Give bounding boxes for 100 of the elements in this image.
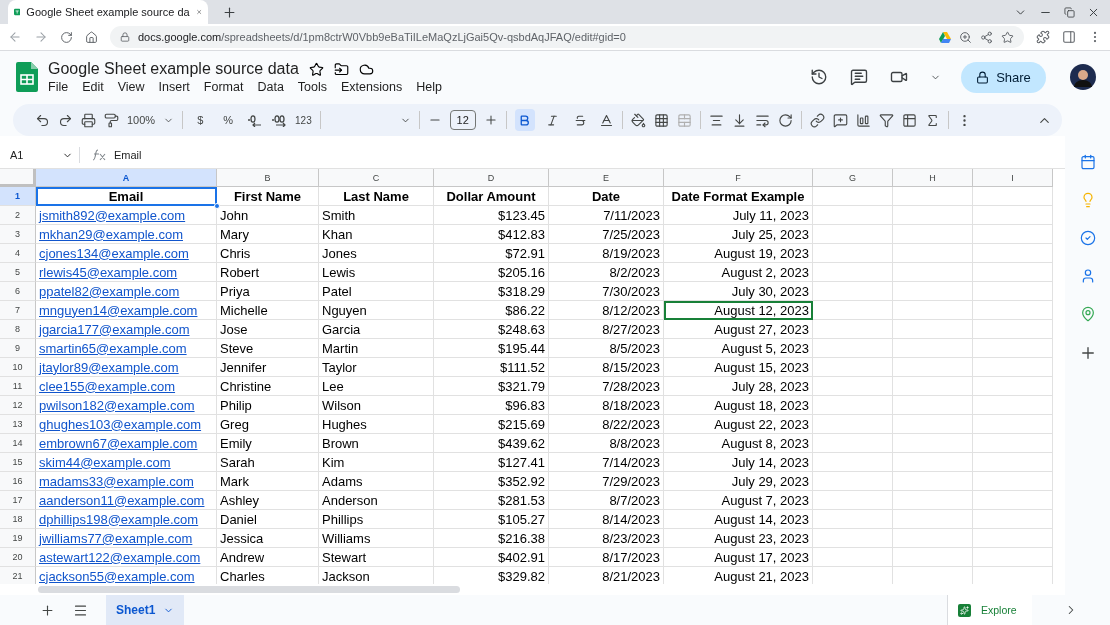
comment-icon[interactable] [832,112,848,128]
column-header[interactable]: C [319,169,434,187]
column-header[interactable]: I [973,169,1053,187]
menu-item[interactable]: Help [416,80,442,94]
menu-item[interactable]: Extensions [341,80,403,94]
row-header[interactable]: 12 [0,396,36,415]
scrollbar-thumb[interactable] [38,586,460,593]
comments-icon[interactable] [850,68,868,86]
row-header[interactable]: 8 [0,320,36,339]
increase-decimal-icon[interactable] [271,113,288,127]
menu-item[interactable]: View [117,80,145,94]
column-header[interactable]: E [549,169,664,187]
add-sheet-icon[interactable] [40,602,55,618]
reload-icon[interactable] [60,30,73,44]
calendar-icon[interactable] [1079,154,1096,170]
align-icon[interactable] [708,112,724,128]
menu-item[interactable]: Format [203,80,244,94]
borders-icon[interactable] [653,112,669,128]
address-bar[interactable]: docs.google.com/spreadsheets/d/1pm8ctrW0Vbb9eBaTiILeMaQzLjGai5Qv-qsbdAqJFAQ/edit#gid=0 [110,26,1024,48]
table-icon[interactable] [901,112,917,128]
font-size-field[interactable]: 12 [449,110,476,130]
row-header[interactable]: 5 [0,263,36,282]
all-sheets-icon[interactable] [73,602,88,618]
avatar[interactable] [1070,64,1096,90]
table-cell: July 28, 2023 [664,377,813,396]
row-header[interactable]: 9 [0,339,36,358]
table-cell: mnguyen14@example.com [36,301,217,320]
chart-icon[interactable] [855,112,871,128]
decrease-decimal-icon[interactable] [247,113,264,127]
row-header[interactable]: 14 [0,434,36,453]
row-header[interactable]: 13 [0,415,36,434]
increase-size-icon[interactable] [483,113,498,127]
zoom-icon[interactable] [959,30,972,44]
row-header[interactable]: 17 [0,491,36,510]
row-header[interactable]: 15 [0,453,36,472]
side-panel-icon[interactable] [1062,30,1076,44]
row-header[interactable]: 21 [0,567,36,584]
column-header[interactable]: A [36,169,217,187]
table-cell: Patel [319,282,434,301]
text-color-icon[interactable] [598,112,614,128]
browser-tab[interactable]: Google Sheet example source da [8,0,208,24]
currency-format[interactable]: $ [197,114,204,126]
row-header[interactable]: 1 [0,187,36,206]
share-icon[interactable] [980,30,993,44]
table-cell: Wilson [319,396,434,415]
tasks-icon[interactable] [1079,230,1096,246]
bold-button[interactable] [514,109,535,131]
formula-text[interactable]: Email [114,149,142,161]
column-header[interactable]: B [217,169,319,187]
paint-format-icon[interactable] [104,112,119,128]
extensions-icon[interactable] [1036,30,1050,44]
filter-icon[interactable] [878,112,894,128]
move-folder-icon[interactable] [333,61,349,77]
explore-button[interactable]: Explore [947,595,1032,625]
column-header[interactable]: H [893,169,973,187]
history-icon[interactable] [810,68,828,86]
row-header[interactable]: 10 [0,358,36,377]
row-header[interactable]: 7 [0,301,36,320]
row-header[interactable]: 16 [0,472,36,491]
drive-icon[interactable] [939,31,951,43]
menu-item[interactable]: Data [257,80,284,94]
text-rotation-icon[interactable] [777,112,793,128]
fill-color-icon[interactable] [630,112,646,128]
menu-item[interactable]: Tools [297,80,328,94]
map-pin-icon[interactable] [1079,306,1096,322]
row-header[interactable]: 3 [0,225,36,244]
name-box[interactable]: A1 [0,147,80,163]
undo-icon[interactable] [35,112,50,128]
restore-icon[interactable] [1064,6,1075,18]
menu-item[interactable]: Edit [82,80,104,94]
home-icon[interactable] [85,30,98,44]
row-header[interactable]: 11 [0,377,36,396]
fill-handle[interactable] [214,203,220,209]
link-icon[interactable] [809,112,825,128]
row-header[interactable]: 18 [0,510,36,529]
print-icon[interactable] [81,112,96,128]
share-button[interactable]: Share [961,61,1046,93]
row-header[interactable]: 2 [0,206,36,225]
row-header[interactable]: 20 [0,548,36,567]
row-header[interactable]: 19 [0,529,36,548]
percent-format[interactable]: % [223,114,234,126]
bookmark-star-icon[interactable] [1001,30,1014,44]
cloud-icon[interactable] [358,61,374,77]
row-header[interactable]: 6 [0,282,36,301]
document-title[interactable]: Google Sheet example source data [48,60,299,78]
sheet-tab[interactable]: Sheet1 [106,595,185,625]
column-header[interactable]: D [434,169,549,187]
menu-item[interactable]: Insert [158,80,190,94]
sheets-logo-icon[interactable] [16,62,38,92]
zoom-select[interactable]: 100% [127,114,156,126]
more-formats[interactable]: 123 [295,114,312,126]
row-header[interactable]: 4 [0,244,36,263]
star-icon[interactable] [308,61,324,77]
column-header[interactable]: G [813,169,893,187]
merge-cells-icon[interactable] [676,112,692,128]
redo-icon[interactable] [58,112,73,128]
new-tab-icon[interactable] [222,4,237,20]
column-header[interactable]: F [664,169,813,187]
wrap-text-icon[interactable] [754,112,770,128]
menu-item[interactable]: File [48,80,69,94]
